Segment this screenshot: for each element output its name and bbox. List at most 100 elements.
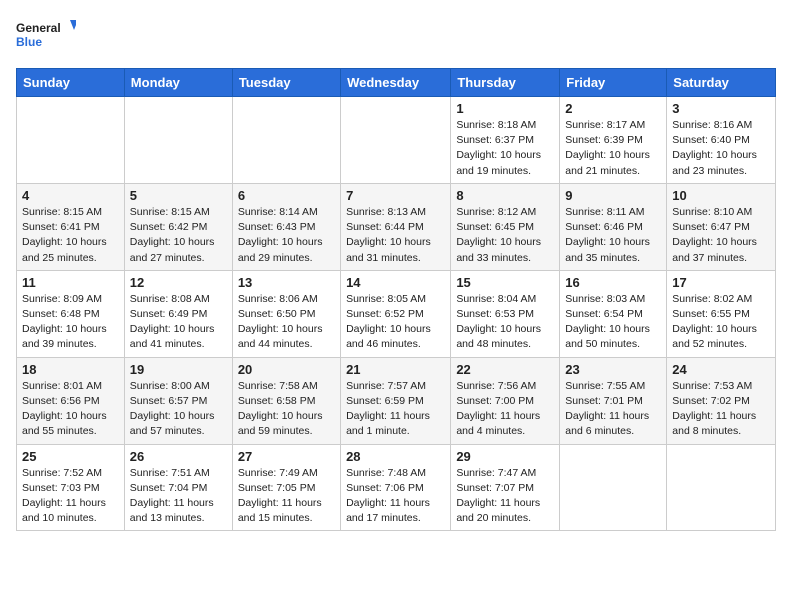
calendar-cell: 11 Sunrise: 8:09 AM Sunset: 6:48 PM Dayli… <box>17 270 125 357</box>
day-number: 17 <box>672 275 770 290</box>
calendar-cell: 5 Sunrise: 8:15 AM Sunset: 6:42 PM Daylig… <box>124 183 232 270</box>
calendar-cell: 12Sunrise: 8:08 AM Sunset: 6:49 PM Dayli… <box>124 270 232 357</box>
day-info: Sunrise: 8:10 AM Sunset: 6:47 PM Dayligh… <box>672 205 770 266</box>
day-info: Sunrise: 8:13 AM Sunset: 6:44 PM Dayligh… <box>346 205 445 266</box>
day-number: 29 <box>456 449 554 464</box>
calendar-week-row: 11 Sunrise: 8:09 AM Sunset: 6:48 PM Dayli… <box>17 270 776 357</box>
calendar-cell: 8Sunrise: 8:12 AM Sunset: 6:45 PM Daylig… <box>451 183 560 270</box>
calendar-cell: 25 Sunrise: 7:52 AM Sunset: 7:03 PM Dayli… <box>17 444 125 531</box>
day-number: 3 <box>672 101 770 116</box>
calendar-cell <box>232 97 340 184</box>
weekday-header-friday: Friday <box>560 69 667 97</box>
calendar-cell: 10 Sunrise: 8:10 AM Sunset: 6:47 PM Dayli… <box>667 183 776 270</box>
calendar-cell: 21 Sunrise: 7:57 AM Sunset: 6:59 PM Dayli… <box>341 357 451 444</box>
calendar-cell: 2 Sunrise: 8:17 AM Sunset: 6:39 PM Daylig… <box>560 97 667 184</box>
day-info: Sunrise: 8:08 AM Sunset: 6:49 PM Dayligh… <box>130 292 227 353</box>
day-info: Sunrise: 8:06 AM Sunset: 6:50 PM Dayligh… <box>238 292 335 353</box>
calendar-cell: 6 Sunrise: 8:14 AM Sunset: 6:43 PM Daylig… <box>232 183 340 270</box>
day-number: 2 <box>565 101 661 116</box>
day-number: 14 <box>346 275 445 290</box>
day-info: Sunrise: 7:58 AM Sunset: 6:58 PM Dayligh… <box>238 379 335 440</box>
day-number: 19 <box>130 362 227 377</box>
calendar-table: SundayMondayTuesdayWednesdayThursdayFrid… <box>16 68 776 531</box>
calendar-cell: 16 Sunrise: 8:03 AM Sunset: 6:54 PM Dayli… <box>560 270 667 357</box>
calendar-cell: 14 Sunrise: 8:05 AM Sunset: 6:52 PM Dayli… <box>341 270 451 357</box>
day-number: 25 <box>22 449 119 464</box>
day-number: 21 <box>346 362 445 377</box>
day-number: 9 <box>565 188 661 203</box>
calendar-cell <box>124 97 232 184</box>
calendar-cell: 20Sunrise: 7:58 AM Sunset: 6:58 PM Dayli… <box>232 357 340 444</box>
day-info: Sunrise: 8:14 AM Sunset: 6:43 PM Dayligh… <box>238 205 335 266</box>
day-info: Sunrise: 7:57 AM Sunset: 6:59 PM Dayligh… <box>346 379 445 440</box>
day-info: Sunrise: 8:15 AM Sunset: 6:41 PM Dayligh… <box>22 205 119 266</box>
calendar-week-row: 1 Sunrise: 8:18 AM Sunset: 6:37 PM Daylig… <box>17 97 776 184</box>
weekday-header-tuesday: Tuesday <box>232 69 340 97</box>
calendar-cell <box>341 97 451 184</box>
day-info: Sunrise: 8:15 AM Sunset: 6:42 PM Dayligh… <box>130 205 227 266</box>
calendar-cell: 1 Sunrise: 8:18 AM Sunset: 6:37 PM Daylig… <box>451 97 560 184</box>
calendar-cell: 15 Sunrise: 8:04 AM Sunset: 6:53 PM Dayli… <box>451 270 560 357</box>
day-info: Sunrise: 7:51 AM Sunset: 7:04 PM Dayligh… <box>130 466 227 527</box>
day-number: 13 <box>238 275 335 290</box>
day-info: Sunrise: 8:18 AM Sunset: 6:37 PM Dayligh… <box>456 118 554 179</box>
weekday-header-monday: Monday <box>124 69 232 97</box>
calendar-cell <box>667 444 776 531</box>
day-number: 28 <box>346 449 445 464</box>
day-info: Sunrise: 8:09 AM Sunset: 6:48 PM Dayligh… <box>22 292 119 353</box>
day-number: 6 <box>238 188 335 203</box>
calendar-week-row: 4 Sunrise: 8:15 AM Sunset: 6:41 PM Daylig… <box>17 183 776 270</box>
day-number: 22 <box>456 362 554 377</box>
calendar-cell: 22 Sunrise: 7:56 AM Sunset: 7:00 PM Dayli… <box>451 357 560 444</box>
weekday-header-sunday: Sunday <box>17 69 125 97</box>
weekday-header-wednesday: Wednesday <box>341 69 451 97</box>
weekday-header-saturday: Saturday <box>667 69 776 97</box>
calendar-week-row: 25 Sunrise: 7:52 AM Sunset: 7:03 PM Dayli… <box>17 444 776 531</box>
day-info: Sunrise: 7:47 AM Sunset: 7:07 PM Dayligh… <box>456 466 554 527</box>
calendar-cell <box>17 97 125 184</box>
day-info: Sunrise: 8:02 AM Sunset: 6:55 PM Dayligh… <box>672 292 770 353</box>
day-info: Sunrise: 8:16 AM Sunset: 6:40 PM Dayligh… <box>672 118 770 179</box>
calendar-cell: 23Sunrise: 7:55 AM Sunset: 7:01 PM Dayli… <box>560 357 667 444</box>
day-number: 26 <box>130 449 227 464</box>
day-number: 10 <box>672 188 770 203</box>
calendar-cell: 9 Sunrise: 8:11 AM Sunset: 6:46 PM Daylig… <box>560 183 667 270</box>
day-info: Sunrise: 8:05 AM Sunset: 6:52 PM Dayligh… <box>346 292 445 353</box>
day-number: 8 <box>456 188 554 203</box>
day-number: 16 <box>565 275 661 290</box>
day-info: Sunrise: 7:56 AM Sunset: 7:00 PM Dayligh… <box>456 379 554 440</box>
calendar-cell <box>560 444 667 531</box>
calendar-cell: 24 Sunrise: 7:53 AM Sunset: 7:02 PM Dayli… <box>667 357 776 444</box>
calendar-cell: 29 Sunrise: 7:47 AM Sunset: 7:07 PM Dayli… <box>451 444 560 531</box>
day-number: 1 <box>456 101 554 116</box>
day-number: 4 <box>22 188 119 203</box>
day-info: Sunrise: 7:53 AM Sunset: 7:02 PM Dayligh… <box>672 379 770 440</box>
day-info: Sunrise: 8:11 AM Sunset: 6:46 PM Dayligh… <box>565 205 661 266</box>
calendar-cell: 26 Sunrise: 7:51 AM Sunset: 7:04 PM Dayli… <box>124 444 232 531</box>
calendar-cell: 13 Sunrise: 8:06 AM Sunset: 6:50 PM Dayli… <box>232 270 340 357</box>
svg-text:General: General <box>16 21 61 35</box>
day-info: Sunrise: 8:03 AM Sunset: 6:54 PM Dayligh… <box>565 292 661 353</box>
calendar-cell: 4 Sunrise: 8:15 AM Sunset: 6:41 PM Daylig… <box>17 183 125 270</box>
calendar-cell: 19Sunrise: 8:00 AM Sunset: 6:57 PM Dayli… <box>124 357 232 444</box>
calendar-cell: 28Sunrise: 7:48 AM Sunset: 7:06 PM Dayli… <box>341 444 451 531</box>
day-number: 18 <box>22 362 119 377</box>
calendar-cell: 17 Sunrise: 8:02 AM Sunset: 6:55 PM Dayli… <box>667 270 776 357</box>
day-info: Sunrise: 8:04 AM Sunset: 6:53 PM Dayligh… <box>456 292 554 353</box>
generalblue-logo-icon: General Blue <box>16 16 76 56</box>
weekday-header-thursday: Thursday <box>451 69 560 97</box>
day-info: Sunrise: 8:01 AM Sunset: 6:56 PM Dayligh… <box>22 379 119 440</box>
calendar-week-row: 18 Sunrise: 8:01 AM Sunset: 6:56 PM Dayli… <box>17 357 776 444</box>
calendar-cell: 3 Sunrise: 8:16 AM Sunset: 6:40 PM Daylig… <box>667 97 776 184</box>
day-number: 5 <box>130 188 227 203</box>
day-info: Sunrise: 8:17 AM Sunset: 6:39 PM Dayligh… <box>565 118 661 179</box>
day-number: 15 <box>456 275 554 290</box>
calendar-cell: 18 Sunrise: 8:01 AM Sunset: 6:56 PM Dayli… <box>17 357 125 444</box>
day-number: 24 <box>672 362 770 377</box>
calendar-cell: 27Sunrise: 7:49 AM Sunset: 7:05 PM Dayli… <box>232 444 340 531</box>
day-number: 11 <box>22 275 119 290</box>
day-info: Sunrise: 7:52 AM Sunset: 7:03 PM Dayligh… <box>22 466 119 527</box>
calendar-cell: 7Sunrise: 8:13 AM Sunset: 6:44 PM Daylig… <box>341 183 451 270</box>
header: General Blue <box>16 16 776 56</box>
svg-text:Blue: Blue <box>16 35 42 49</box>
